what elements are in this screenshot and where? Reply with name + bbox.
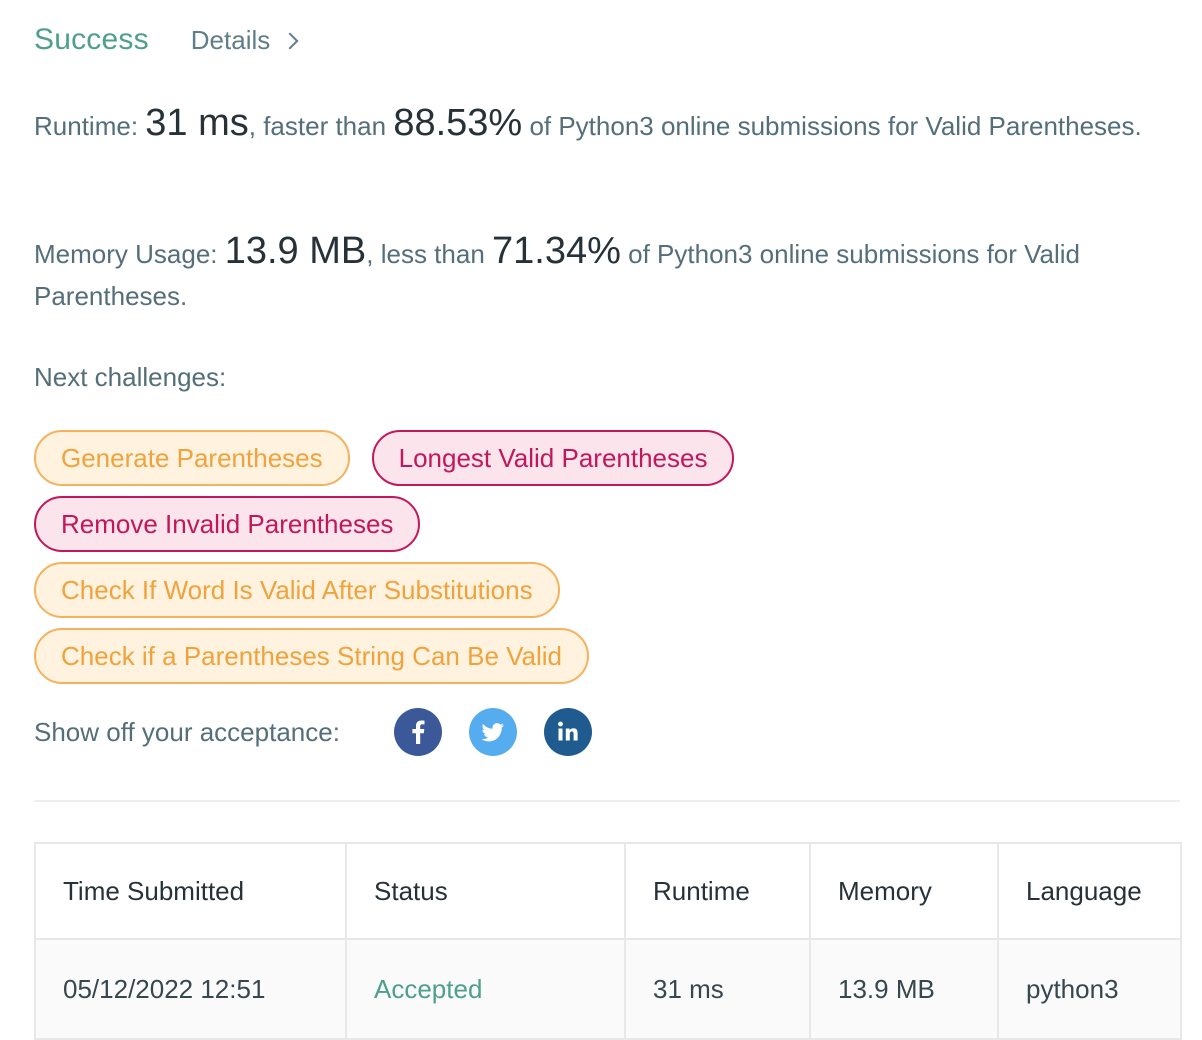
table-header: Time Submitted Status Runtime Memory Lan… — [34, 842, 1182, 940]
column-header-memory[interactable]: Memory — [809, 842, 999, 940]
challenge-chip-remove-invalid-parentheses[interactable]: Remove Invalid Parentheses — [34, 496, 421, 552]
submissions-table: Time Submitted Status Runtime Memory Lan… — [34, 842, 1182, 1040]
chip-row: Check if a Parentheses String Can Be Val… — [34, 628, 1154, 684]
cell-runtime: 31 ms — [624, 938, 811, 1040]
next-challenges-list: Generate Parentheses Longest Valid Paren… — [34, 430, 1154, 694]
challenge-chip-check-word-valid[interactable]: Check If Word Is Valid After Substitutio… — [34, 562, 560, 618]
linkedin-glyph — [558, 721, 578, 741]
table-row: 05/12/2022 12:51 Accepted 31 ms 13.9 MB … — [34, 938, 1182, 1040]
runtime-comparison: , faster than — [248, 111, 387, 141]
details-link[interactable]: Details — [190, 24, 299, 56]
cell-memory: 13.9 MB — [809, 938, 999, 1040]
memory-percent: 71.34% — [492, 230, 621, 272]
chip-row: Remove Invalid Parentheses — [34, 496, 1154, 552]
cell-status-accepted[interactable]: Accepted — [345, 938, 626, 1040]
twitter-glyph — [481, 723, 504, 742]
facebook-icon[interactable] — [393, 708, 442, 756]
runtime-suffix: of Python3 online submissions for Valid … — [529, 111, 1142, 141]
linkedin-icon[interactable] — [543, 708, 592, 756]
memory-value: 13.9 MB — [224, 230, 367, 272]
column-header-language[interactable]: Language — [997, 842, 1182, 940]
table-header-row: Time Submitted Status Runtime Memory Lan… — [34, 842, 1182, 940]
runtime-value: 31 ms — [145, 102, 249, 144]
share-label: Show off your acceptance: — [34, 716, 340, 747]
runtime-percent: 88.53% — [393, 102, 523, 144]
runtime-stat: Runtime: 31 ms, faster than 88.53% of Py… — [34, 102, 1144, 147]
table-body: 05/12/2022 12:51 Accepted 31 ms 13.9 MB … — [34, 938, 1182, 1040]
runtime-label: Runtime: — [34, 111, 139, 141]
chevron-right-icon — [281, 32, 299, 50]
next-challenges-label: Next challenges: — [34, 362, 227, 392]
memory-comparison: , less than — [366, 239, 485, 269]
chip-row: Generate Parentheses Longest Valid Paren… — [34, 430, 1154, 486]
chip-row: Check If Word Is Valid After Substitutio… — [34, 562, 1154, 618]
twitter-icon[interactable] — [468, 708, 517, 756]
challenge-chip-longest-valid-parentheses[interactable]: Longest Valid Parentheses — [371, 430, 735, 486]
cell-time-submitted: 05/12/2022 12:51 — [34, 938, 347, 1040]
facebook-glyph — [412, 720, 425, 744]
result-status: Success — [34, 23, 149, 56]
share-section: Show off your acceptance: — [34, 708, 619, 756]
challenge-chip-check-parentheses-string[interactable]: Check if a Parentheses String Can Be Val… — [34, 628, 590, 684]
memory-stat: Memory Usage: 13.9 MB, less than 71.34% … — [34, 230, 1144, 317]
column-header-runtime[interactable]: Runtime — [624, 842, 811, 940]
column-header-status[interactable]: Status — [345, 842, 626, 940]
challenge-chip-generate-parentheses[interactable]: Generate Parentheses — [34, 430, 350, 486]
column-header-time-submitted[interactable]: Time Submitted — [34, 842, 347, 940]
details-label: Details — [190, 24, 271, 55]
result-header: Success Details — [34, 20, 299, 60]
cell-language: python3 — [997, 938, 1182, 1040]
memory-label: Memory Usage: — [34, 239, 218, 269]
section-divider — [34, 800, 1180, 802]
